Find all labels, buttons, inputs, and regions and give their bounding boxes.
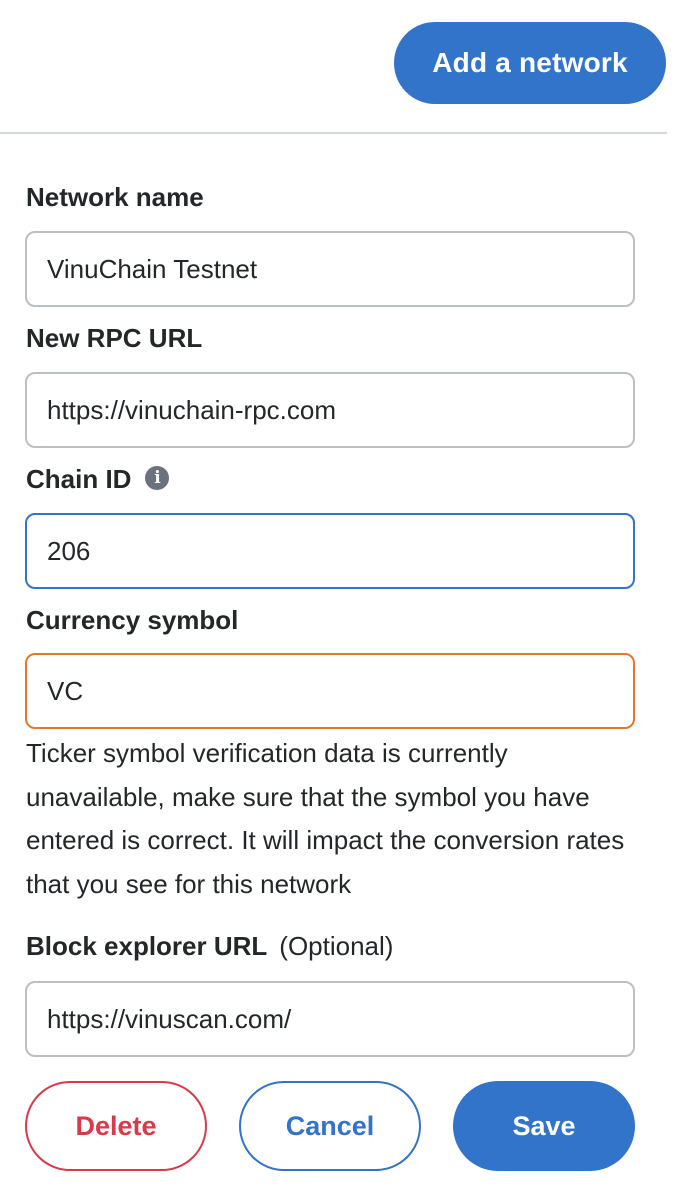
network-name-label-text: Network name (26, 181, 204, 212)
block-explorer-input[interactable]: https://vinuscan.com/ (25, 981, 635, 1057)
cancel-button[interactable]: Cancel (239, 1081, 421, 1171)
rpc-url-input[interactable]: https://vinuchain-rpc.com (25, 372, 635, 448)
delete-button[interactable]: Delete (25, 1081, 207, 1171)
header-divider (0, 132, 667, 134)
rpc-url-label: New RPC URL (26, 319, 202, 357)
chain-id-label: Chain ID i (26, 460, 170, 498)
currency-symbol-value: VC (47, 675, 84, 706)
block-explorer-label-text: Block explorer URL (26, 930, 268, 961)
chain-id-value: 206 (47, 535, 91, 566)
chain-id-input[interactable]: 206 (25, 513, 635, 589)
save-button[interactable]: Save (453, 1081, 635, 1171)
block-explorer-label: Block explorer URL (Optional) (26, 927, 393, 965)
network-name-label: Network name (26, 178, 204, 216)
chain-id-label-text: Chain ID (26, 463, 132, 494)
currency-symbol-label: Currency symbol (26, 601, 238, 639)
rpc-url-value: https://vinuchain-rpc.com (47, 394, 337, 425)
network-name-input[interactable]: VinuChain Testnet (25, 231, 635, 307)
currency-symbol-warning: Ticker symbol verification data is curre… (26, 738, 625, 899)
network-name-value: VinuChain Testnet (47, 253, 258, 284)
info-icon[interactable]: i (145, 466, 170, 490)
currency-symbol-input[interactable]: VC (25, 653, 635, 729)
header: Add a network (0, 0, 667, 134)
block-explorer-value: https://vinuscan.com/ (47, 1003, 292, 1034)
add-network-button[interactable]: Add a network (394, 22, 666, 104)
currency-symbol-label-text: Currency symbol (26, 604, 239, 635)
rpc-url-label-text: New RPC URL (26, 322, 203, 353)
optional-label: (Optional) (279, 930, 394, 961)
